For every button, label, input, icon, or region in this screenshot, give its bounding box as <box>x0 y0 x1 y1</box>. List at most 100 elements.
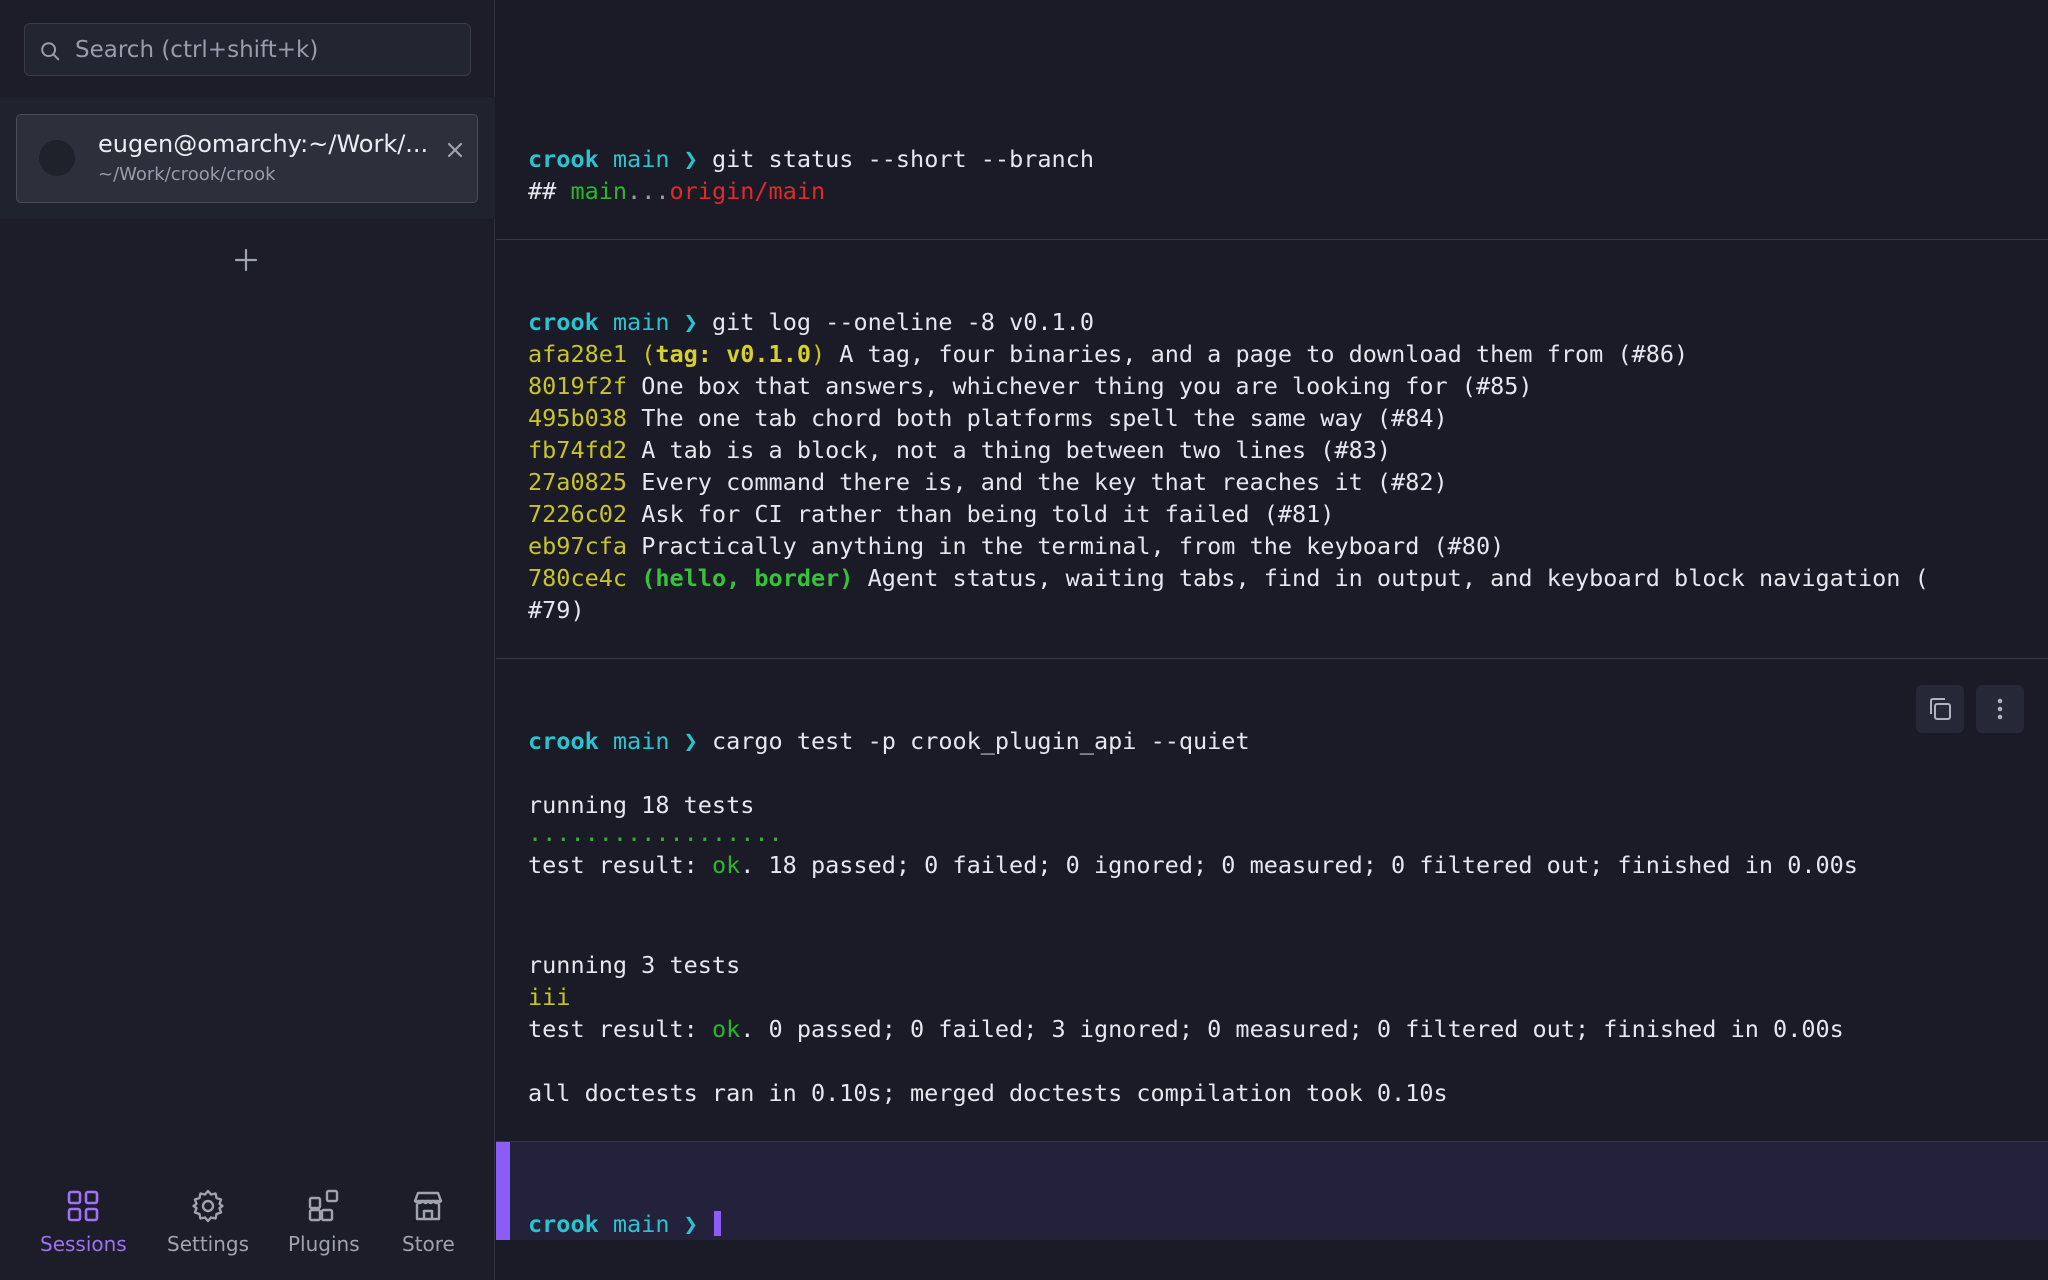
commit-message: Agent status, waiting tabs, find in outp… <box>853 564 1929 592</box>
commit-line: 495b038 The one tab chord both platforms… <box>528 402 1448 434</box>
commit-message: Ask for CI rather than being told it fai… <box>627 500 1335 528</box>
session-path: ~/Work/crook/crook <box>98 164 276 185</box>
commit-line: 7226c02 Ask for CI rather than being tol… <box>528 498 1334 530</box>
nav-settings[interactable]: Settings <box>167 1188 249 1256</box>
session-status-avatar <box>39 140 75 176</box>
plus-icon <box>234 248 258 272</box>
sidebar: eugen@omarchy:~/Work/... ~/Work/crook/cr… <box>0 0 495 1280</box>
prompt-line[interactable]: crook main ❯ <box>528 1208 721 1240</box>
commit-line: 780ce4c (hello, border) Agent status, wa… <box>528 562 1929 594</box>
prompt-branch: main <box>612 1210 670 1238</box>
command-line: crook main ❯ git status --short --branch <box>528 143 1094 175</box>
result-summary: . 18 passed; 0 failed; 0 ignored; 0 meas… <box>740 851 1858 879</box>
commit-hash: fb74fd2 <box>528 436 628 464</box>
command-text: git status --short --branch <box>711 145 1094 173</box>
commit-line: eb97cfa Practically anything in the term… <box>528 530 1504 562</box>
prompt-branch: main <box>612 308 670 336</box>
prompt-branch: main <box>612 727 670 755</box>
commit-message: Practically anything in the terminal, fr… <box>627 532 1505 560</box>
status-prefix: ## <box>528 177 571 205</box>
copy-output-button[interactable] <box>1916 685 1964 733</box>
ref-open: ( <box>641 564 656 592</box>
prompt-symbol: ❯ <box>683 1210 698 1238</box>
nav-plugins-label: Plugins <box>288 1232 360 1256</box>
copy-icon <box>1930 698 1951 720</box>
nav-settings-label: Settings <box>167 1232 250 1256</box>
more-vertical-icon <box>1997 698 2003 720</box>
result-ok: ok <box>711 1015 741 1043</box>
result-label: test result: <box>528 1015 712 1043</box>
test-ignored: iii <box>528 983 571 1011</box>
prompt-symbol: ❯ <box>683 308 698 336</box>
test-result-line: test result: ok. 0 passed; 0 failed; 3 i… <box>528 1013 1844 1045</box>
output-line: ## main...origin/main <box>528 175 825 207</box>
commit-line: fb74fd2 A tab is a block, not a thing be… <box>528 434 1391 466</box>
prompt-dir: crook <box>528 308 599 336</box>
nav-store[interactable]: Store <box>402 1188 455 1256</box>
block-menu-button[interactable] <box>1976 685 2024 733</box>
search-input[interactable] <box>75 24 465 75</box>
commit-message: One box that answers, whichever thing yo… <box>627 372 1533 400</box>
active-prompt-block[interactable]: crook main ❯ <box>496 1142 2048 1240</box>
session-title: eugen@omarchy:~/Work/... <box>98 130 429 158</box>
result-label: test result: <box>528 851 712 879</box>
command-line: crook main ❯ cargo test -p crook_plugin_… <box>528 725 1250 757</box>
nav-plugins[interactable]: Plugins <box>288 1188 360 1256</box>
command-text: cargo test -p crook_plugin_api --quiet <box>711 727 1250 755</box>
nav-sessions-label: Sessions <box>40 1232 127 1256</box>
command-block[interactable]: crook main ❯ git log --oneline -8 v0.1.0… <box>496 240 2048 659</box>
close-session-button[interactable] <box>439 134 471 166</box>
test-result-line: test result: ok. 18 passed; 0 failed; 0 … <box>528 849 1858 881</box>
commit-line: afa28e1 (tag: v0.1.0) A tag, four binari… <box>528 338 1688 370</box>
commit-hash: 780ce4c <box>528 564 628 592</box>
commit-ref: tag: v0.1.0 <box>655 340 811 368</box>
prompt-dir: crook <box>528 1210 599 1238</box>
result-summary: . 0 passed; 0 failed; 3 ignored; 0 measu… <box>740 1015 1844 1043</box>
prompt-symbol: ❯ <box>683 727 698 755</box>
command-block[interactable]: crook main ❯ git status --short --branch… <box>496 0 2048 240</box>
grid-icon <box>68 1190 99 1222</box>
commit-hash: 495b038 <box>528 404 628 432</box>
nav-sessions[interactable]: Sessions <box>40 1188 127 1256</box>
commit-hash: afa28e1 <box>528 340 628 368</box>
command-line: crook main ❯ git log --oneline -8 v0.1.0 <box>528 306 1094 338</box>
commit-message: A tab is a block, not a thing between tw… <box>627 436 1392 464</box>
gear-icon <box>192 1189 224 1223</box>
result-ok: ok <box>711 851 741 879</box>
commit-line: 8019f2f One box that answers, whichever … <box>528 370 1533 402</box>
bottom-nav: Sessions Settings Plugins Store <box>0 1170 495 1280</box>
command-block[interactable]: crook main ❯ cargo test -p crook_plugin_… <box>496 659 2048 1142</box>
output-line: all doctests ran in 0.10s; merged doctes… <box>528 1079 1448 1107</box>
commit-hash: 27a0825 <box>528 468 628 496</box>
terminal-area: crook main ❯ git status --short --branch… <box>496 0 2048 1280</box>
commit-message: The one tab chord both platforms spell t… <box>627 404 1448 432</box>
branch-separator: ... <box>627 177 670 205</box>
store-icon <box>414 1191 443 1221</box>
close-icon <box>447 142 463 158</box>
command-text: git log --oneline -8 v0.1.0 <box>711 308 1094 336</box>
search-icon <box>41 42 60 61</box>
commit-message-wrap: #79) <box>528 596 585 624</box>
block-toolbar <box>1916 685 2024 733</box>
output-line: running 3 tests <box>528 951 741 979</box>
commit-hash: 8019f2f <box>528 372 628 400</box>
prompt-branch: main <box>612 145 670 173</box>
commit-message: Every command there is, and the key that… <box>627 468 1448 496</box>
ref-close: ) <box>811 340 826 368</box>
prompt-dir: crook <box>528 145 599 173</box>
test-dots: .................. <box>528 819 783 847</box>
commit-line: 27a0825 Every command there is, and the … <box>528 466 1448 498</box>
session-list: eugen@omarchy:~/Work/... ~/Work/crook/cr… <box>0 97 495 219</box>
commit-ref: hello, border <box>655 564 840 592</box>
local-branch: main <box>570 177 628 205</box>
session-item[interactable]: eugen@omarchy:~/Work/... ~/Work/crook/cr… <box>16 114 478 203</box>
ref-open: ( <box>641 340 656 368</box>
ref-close: ) <box>839 564 854 592</box>
search-box[interactable] <box>24 23 471 76</box>
text-cursor <box>713 1211 721 1236</box>
commit-hash: eb97cfa <box>528 532 628 560</box>
remote-branch: origin/main <box>669 177 826 205</box>
nav-store-label: Store <box>402 1232 455 1256</box>
add-session-button[interactable] <box>230 244 262 276</box>
plugins-icon <box>308 1189 339 1222</box>
